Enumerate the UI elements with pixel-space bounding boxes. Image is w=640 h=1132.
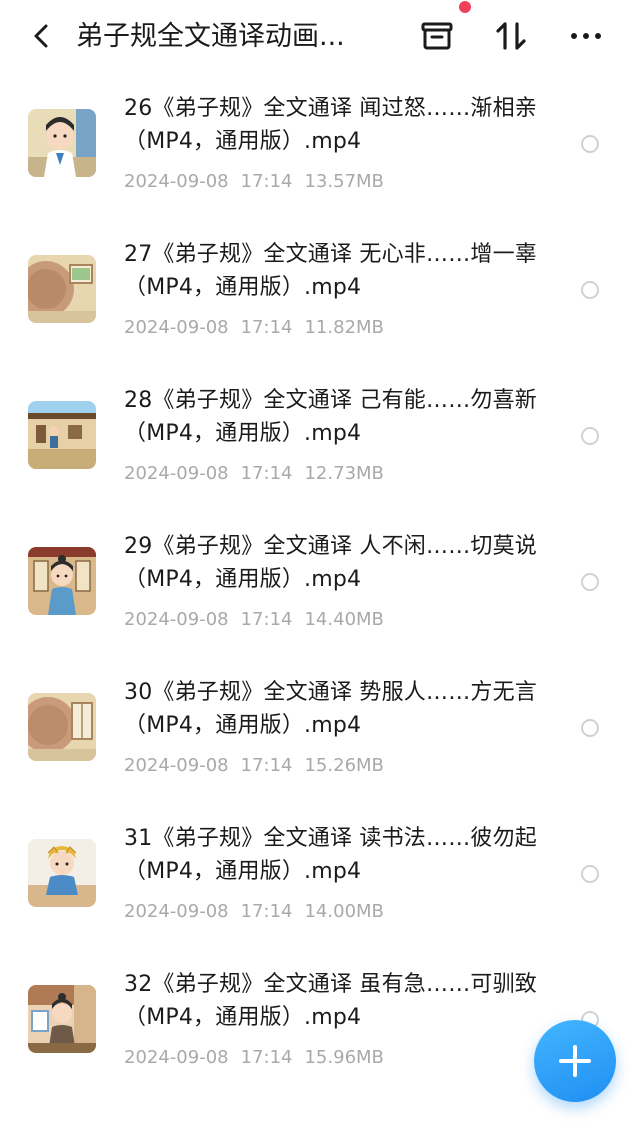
video-thumbnail: [28, 693, 96, 761]
file-date: 2024-09-08: [124, 901, 229, 922]
file-size: 15.26MB: [304, 755, 384, 776]
file-date: 2024-09-08: [124, 1047, 229, 1068]
file-meta: 2024-09-08 17:14 11.82MB: [124, 316, 396, 340]
file-meta: 2024-09-08 17:14 14.00MB: [124, 900, 396, 924]
file-date: 2024-09-08: [124, 463, 229, 484]
file-time: 17:14: [240, 317, 293, 338]
archive-box-icon: [421, 22, 453, 50]
video-thumbnail: [28, 401, 96, 469]
video-thumbnail: [28, 839, 96, 907]
file-name: 27《弟子规》全文通译 无心非……增一辜（MP4，通用版）.mp4: [124, 242, 537, 300]
file-time: 17:14: [240, 1047, 293, 1068]
select-radio[interactable]: [581, 427, 599, 445]
more-horizontal-icon: [571, 33, 601, 39]
file-time: 17:14: [240, 463, 293, 484]
chevron-left-icon: [34, 24, 48, 48]
file-meta: 2024-09-08 17:14 14.40MB: [124, 608, 396, 632]
video-thumbnail: [28, 109, 96, 177]
top-bar: 弟子规全文通译动画...: [0, 0, 640, 76]
list-item[interactable]: 29《弟子规》全文通译 人不闲……切莫说（MP4，通用版）.mp4 2024-0…: [0, 514, 640, 660]
page-title: 弟子规全文通译动画...: [76, 21, 345, 52]
file-name: 30《弟子规》全文通译 势服人……方无言（MP4，通用版）.mp4: [124, 680, 537, 738]
select-radio[interactable]: [581, 865, 599, 883]
file-meta: 2024-09-08 17:14 15.96MB: [124, 1046, 396, 1070]
sort-button[interactable]: [492, 16, 532, 56]
select-radio[interactable]: [581, 573, 599, 591]
file-size: 13.57MB: [304, 171, 384, 192]
video-thumbnail: [28, 547, 96, 615]
file-size: 11.82MB: [304, 317, 384, 338]
file-name: 29《弟子规》全文通译 人不闲……切莫说（MP4，通用版）.mp4: [124, 534, 537, 592]
file-name: 32《弟子规》全文通译 虽有急……可驯致（MP4，通用版）.mp4: [124, 972, 537, 1030]
file-name: 28《弟子规》全文通译 己有能……勿喜新（MP4，通用版）.mp4: [124, 388, 537, 446]
list-item[interactable]: 26《弟子规》全文通译 闻过怒……渐相亲（MP4，通用版）.mp4 2024-0…: [0, 76, 640, 222]
more-button[interactable]: [566, 16, 606, 56]
file-meta: 2024-09-08 17:14 12.73MB: [124, 462, 396, 486]
add-button[interactable]: [534, 1020, 616, 1102]
file-meta: 2024-09-08 17:14 13.57MB: [124, 170, 396, 194]
file-size: 14.00MB: [304, 901, 384, 922]
video-thumbnail: [28, 255, 96, 323]
file-date: 2024-09-08: [124, 755, 229, 776]
select-radio[interactable]: [581, 719, 599, 737]
file-time: 17:14: [240, 609, 293, 630]
back-button[interactable]: [26, 20, 58, 52]
list-item[interactable]: 30《弟子规》全文通译 势服人……方无言（MP4，通用版）.mp4 2024-0…: [0, 660, 640, 806]
video-thumbnail: [28, 985, 96, 1053]
list-item[interactable]: 28《弟子规》全文通译 己有能……勿喜新（MP4，通用版）.mp4 2024-0…: [0, 368, 640, 514]
file-time: 17:14: [240, 901, 293, 922]
file-meta: 2024-09-08 17:14 15.26MB: [124, 754, 396, 778]
select-radio[interactable]: [581, 135, 599, 153]
select-radio[interactable]: [581, 281, 599, 299]
list-item[interactable]: 31《弟子规》全文通译 读书法……彼勿起（MP4，通用版）.mp4 2024-0…: [0, 806, 640, 952]
sort-icon: [496, 22, 526, 50]
list-item[interactable]: 27《弟子规》全文通译 无心非……增一辜（MP4，通用版）.mp4 2024-0…: [0, 222, 640, 368]
file-time: 17:14: [240, 755, 293, 776]
file-size: 12.73MB: [304, 463, 384, 484]
file-size: 14.40MB: [304, 609, 384, 630]
file-date: 2024-09-08: [124, 609, 229, 630]
file-name: 31《弟子规》全文通译 读书法……彼勿起（MP4，通用版）.mp4: [124, 826, 537, 884]
file-name: 26《弟子规》全文通译 闻过怒……渐相亲（MP4，通用版）.mp4: [124, 96, 537, 154]
file-date: 2024-09-08: [124, 171, 229, 192]
file-time: 17:14: [240, 171, 293, 192]
file-size: 15.96MB: [304, 1047, 384, 1068]
plus-icon: [559, 1045, 591, 1077]
archive-button[interactable]: [417, 16, 457, 56]
file-date: 2024-09-08: [124, 317, 229, 338]
notification-dot: [459, 1, 471, 13]
